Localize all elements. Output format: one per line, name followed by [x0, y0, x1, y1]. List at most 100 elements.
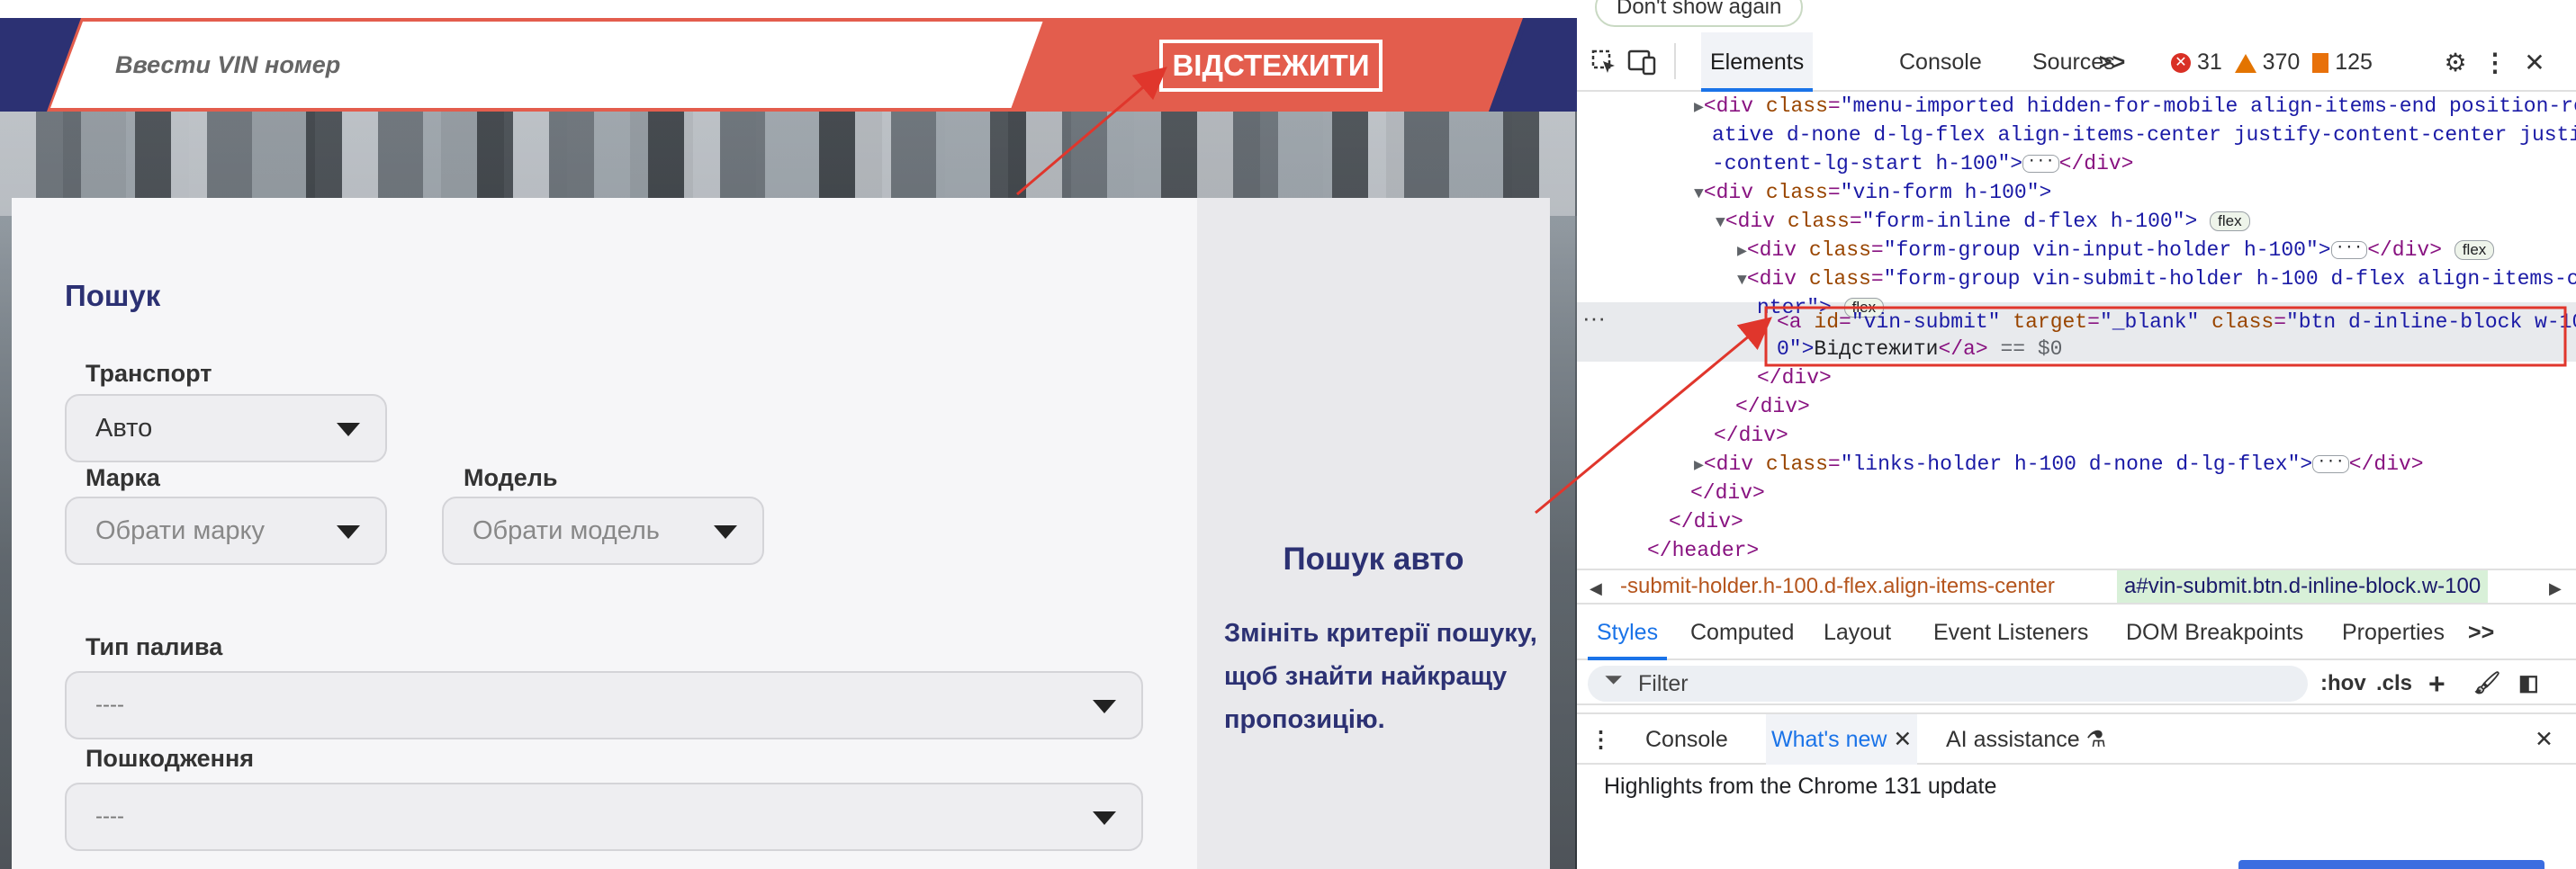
- error-count: 31: [2196, 49, 2222, 75]
- more-tabs-button[interactable]: >>: [2459, 605, 2503, 660]
- brand-placeholder: Обрати марку: [95, 516, 266, 545]
- toolbar-divider: [1674, 43, 1676, 79]
- transport-select[interactable]: Авто: [65, 394, 387, 462]
- chevron-down-icon: [337, 525, 360, 539]
- vin-submit-button[interactable]: ВІДСТЕЖИТИ: [1159, 40, 1383, 92]
- warning-icon: [2234, 53, 2256, 73]
- search-title: Пошук: [65, 279, 161, 312]
- tab-styles[interactable]: Styles: [1588, 605, 1668, 660]
- chevron-right-icon[interactable]: ▶: [2549, 572, 2562, 605]
- breadcrumb-item[interactable]: -submit-holder.h-100.d-flex.align-items-…: [1620, 570, 2055, 603]
- scroll-preview-bar: [2238, 860, 2544, 869]
- sidebar-toggle-icon[interactable]: ◧: [2518, 667, 2539, 700]
- header-left-stripe: [0, 18, 54, 112]
- damage-select[interactable]: ----: [65, 783, 1143, 851]
- node-actions-dots[interactable]: ···: [1582, 304, 1606, 332]
- dont-show-again-button[interactable]: Don't show again: [1595, 0, 1804, 27]
- dom-line[interactable]: </header>: [1647, 536, 1759, 565]
- damage-value: ----: [95, 804, 124, 829]
- issues-icon: [2312, 53, 2329, 74]
- close-drawer-icon[interactable]: ✕: [2535, 714, 2553, 765]
- chevron-left-icon[interactable]: ◀: [1590, 572, 1602, 605]
- dom-line[interactable]: ▼<div class="form-group vin-submit-holde…: [1737, 264, 2576, 295]
- tab-computed[interactable]: Computed: [1681, 605, 1803, 660]
- brand-label: Марка: [86, 464, 160, 491]
- dom-line[interactable]: </div>: [1757, 363, 1832, 392]
- hov-toggle[interactable]: :hov: [2320, 667, 2366, 700]
- devtools-banner: Don't show again: [1577, 0, 2576, 32]
- settings-gear-icon[interactable]: ⚙: [2441, 49, 2470, 77]
- breadcrumb: ◀ -submit-holder.h-100.d-flex.align-item…: [1577, 569, 2576, 605]
- vin-input[interactable]: [115, 45, 925, 85]
- dom-line[interactable]: ▼<div class="vin-form h-100">: [1694, 178, 2051, 209]
- tab-properties[interactable]: Properties: [2333, 605, 2454, 660]
- close-icon[interactable]: ✕: [1893, 727, 1912, 752]
- issues-count: 125: [2335, 49, 2373, 75]
- chevron-down-icon: [1093, 700, 1116, 713]
- chevron-down-icon: [1093, 811, 1116, 825]
- styles-filter-row: Filter ⏷ :hov .cls + 🖌 ◧: [1577, 660, 2576, 705]
- filter-icon: ⏷: [1604, 666, 1623, 693]
- cls-toggle[interactable]: .cls: [2376, 667, 2412, 700]
- dom-line: -content-lg-start h-100"> ··· </div>: [1712, 152, 2134, 175]
- dom-line[interactable]: </div>: [1735, 392, 1810, 421]
- dom-line[interactable]: ▶<div class="form-group vin-input-holder…: [1737, 236, 2495, 266]
- damage-label: Пошкодження: [86, 745, 255, 772]
- styles-pane-tabs: Styles Computed Layout Event Listeners D…: [1577, 605, 2576, 660]
- model-label: Модель: [464, 464, 558, 491]
- dom-line[interactable]: ▶<div class="menu-imported hidden-for-mo…: [1694, 92, 2576, 122]
- chevron-down-icon: [337, 423, 360, 436]
- devtools-toolbar: Elements Console Sources >> ✕ 31 370 125…: [1577, 32, 2576, 92]
- promo-side-panel: Пошук авто Змініть критерії пошуку, щоб …: [1197, 198, 1550, 869]
- dom-line-selected[interactable]: <a id="vin-submit" target="_blank" class…: [1777, 308, 2576, 336]
- close-icon[interactable]: ✕: [2520, 49, 2549, 77]
- promo-text: Змініть критерії пошуку, щоб знайти найк…: [1224, 619, 1537, 734]
- drawer-tab-ai-assistance[interactable]: AI assistance ⚗: [1946, 714, 2106, 765]
- drawer-tabs: ⋮ Console What's new ✕ AI assistance ⚗ ✕: [1577, 712, 2576, 765]
- vin-form: ВІДСТЕЖИТИ: [47, 18, 1523, 112]
- search-panel: Пошук Транспорт Авто Марка Обрати марку …: [12, 198, 1197, 869]
- tab-dom-breakpoints[interactable]: DOM Breakpoints: [2117, 605, 2312, 660]
- tab-event-listeners[interactable]: Event Listeners: [1924, 605, 2097, 660]
- brand-select[interactable]: Обрати марку: [65, 497, 387, 565]
- transport-label: Транспорт: [86, 360, 212, 387]
- device-toolbar-icon[interactable]: [1627, 49, 1656, 77]
- new-rule-icon[interactable]: +: [2428, 667, 2445, 700]
- dom-line[interactable]: ▼<div class="form-inline d-flex h-100"> …: [1716, 207, 2250, 237]
- drawer-tab-console[interactable]: Console: [1645, 714, 1728, 765]
- header-top-strip: [0, 0, 1577, 18]
- breadcrumb-item-active[interactable]: a#vin-submit.btn.d-inline-block.w-100: [2117, 570, 2489, 603]
- fuel-value: ----: [95, 693, 124, 717]
- devtools-panel: Don't show again Elements Console Source…: [1577, 0, 2576, 869]
- fuel-select[interactable]: ----: [65, 671, 1143, 739]
- whats-new-heading: Highlights from the Chrome 131 update: [1604, 774, 1997, 799]
- dom-line[interactable]: </div>: [1669, 507, 1743, 536]
- dom-tree: ··· ▶<div class="menu-imported hidden-fo…: [1577, 92, 2576, 569]
- inspect-element-icon[interactable]: [1590, 49, 1618, 77]
- dom-line[interactable]: ▶<div class="links-holder h-100 d-none d…: [1694, 450, 2424, 480]
- tab-console[interactable]: Console: [1890, 32, 1991, 92]
- more-options-icon[interactable]: ⋮: [2481, 49, 2509, 77]
- flask-icon: ⚗: [2085, 727, 2107, 752]
- dom-line: ative d-none d-lg-flex align-items-cente…: [1712, 123, 2576, 147]
- promo-title: Пошук авто: [1283, 542, 1464, 577]
- drawer-tab-whats-new[interactable]: What's new ✕: [1766, 714, 1918, 765]
- dom-line[interactable]: </div>: [1690, 479, 1765, 507]
- dom-line-selected[interactable]: 0">Відстежити</a> == $0: [1777, 335, 2063, 363]
- tab-elements[interactable]: Elements: [1701, 32, 1814, 92]
- dom-line[interactable]: </div>: [1714, 421, 1788, 450]
- model-placeholder: Обрати модель: [473, 516, 660, 545]
- styles-filter-input[interactable]: Filter: [1588, 666, 2308, 702]
- paint-brush-icon[interactable]: 🖌: [2473, 667, 2500, 700]
- tab-layout[interactable]: Layout: [1815, 605, 1900, 660]
- issue-counters[interactable]: ✕ 31 370 125: [2171, 32, 2373, 92]
- fuel-label: Тип палива: [86, 633, 223, 660]
- chevron-down-icon: [714, 525, 737, 539]
- error-icon: ✕: [2171, 53, 2191, 74]
- website-viewport: ВІДСТЕЖИТИ Пошук Транспорт Авто Марка Об…: [0, 0, 1577, 869]
- drawer-menu-icon[interactable]: ⋮: [1590, 714, 1612, 765]
- transport-value: Авто: [95, 414, 153, 443]
- more-tabs-button[interactable]: >>: [2090, 32, 2134, 92]
- model-select[interactable]: Обрати модель: [442, 497, 764, 565]
- warning-count: 370: [2262, 49, 2301, 75]
